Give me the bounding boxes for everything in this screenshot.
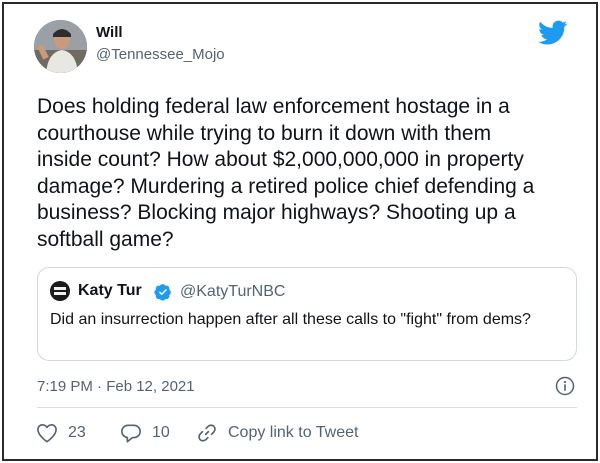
heart-icon	[37, 424, 57, 443]
author-display-name[interactable]: Will	[96, 24, 123, 41]
divider	[37, 407, 577, 408]
quoted-display-name: Katy Tur	[78, 282, 142, 299]
info-icon[interactable]	[555, 376, 575, 396]
comment-icon	[121, 423, 141, 443]
quoted-handle: @KatyTurNBC	[180, 283, 286, 300]
like-count: 23	[68, 424, 86, 441]
twitter-bird-icon[interactable]	[538, 20, 568, 46]
reply-count: 10	[152, 424, 170, 441]
avatar[interactable]	[34, 20, 87, 73]
verified-badge-icon	[154, 284, 171, 301]
quoted-tweet[interactable]: Katy Tur @KatyTurNBC Did an insurrection…	[37, 267, 577, 361]
copy-link-button[interactable]: Copy link to Tweet	[196, 422, 358, 444]
tweet-text: Does holding federal law enforcement hos…	[37, 95, 535, 251]
tweet-card: Will @Tennessee_Mojo Does holding federa…	[2, 2, 598, 461]
copy-link-label: Copy link to Tweet	[228, 424, 359, 441]
quoted-avatar	[50, 281, 70, 301]
author-handle[interactable]: @Tennessee_Mojo	[96, 46, 225, 63]
reply-button[interactable]: 10	[120, 422, 170, 444]
like-button[interactable]: 23	[36, 422, 86, 444]
tweet-timestamp[interactable]: 7:19 PM · Feb 12, 2021	[37, 378, 195, 395]
link-icon	[198, 424, 216, 442]
quoted-tweet-text: Did an insurrection happen after all the…	[50, 311, 531, 328]
